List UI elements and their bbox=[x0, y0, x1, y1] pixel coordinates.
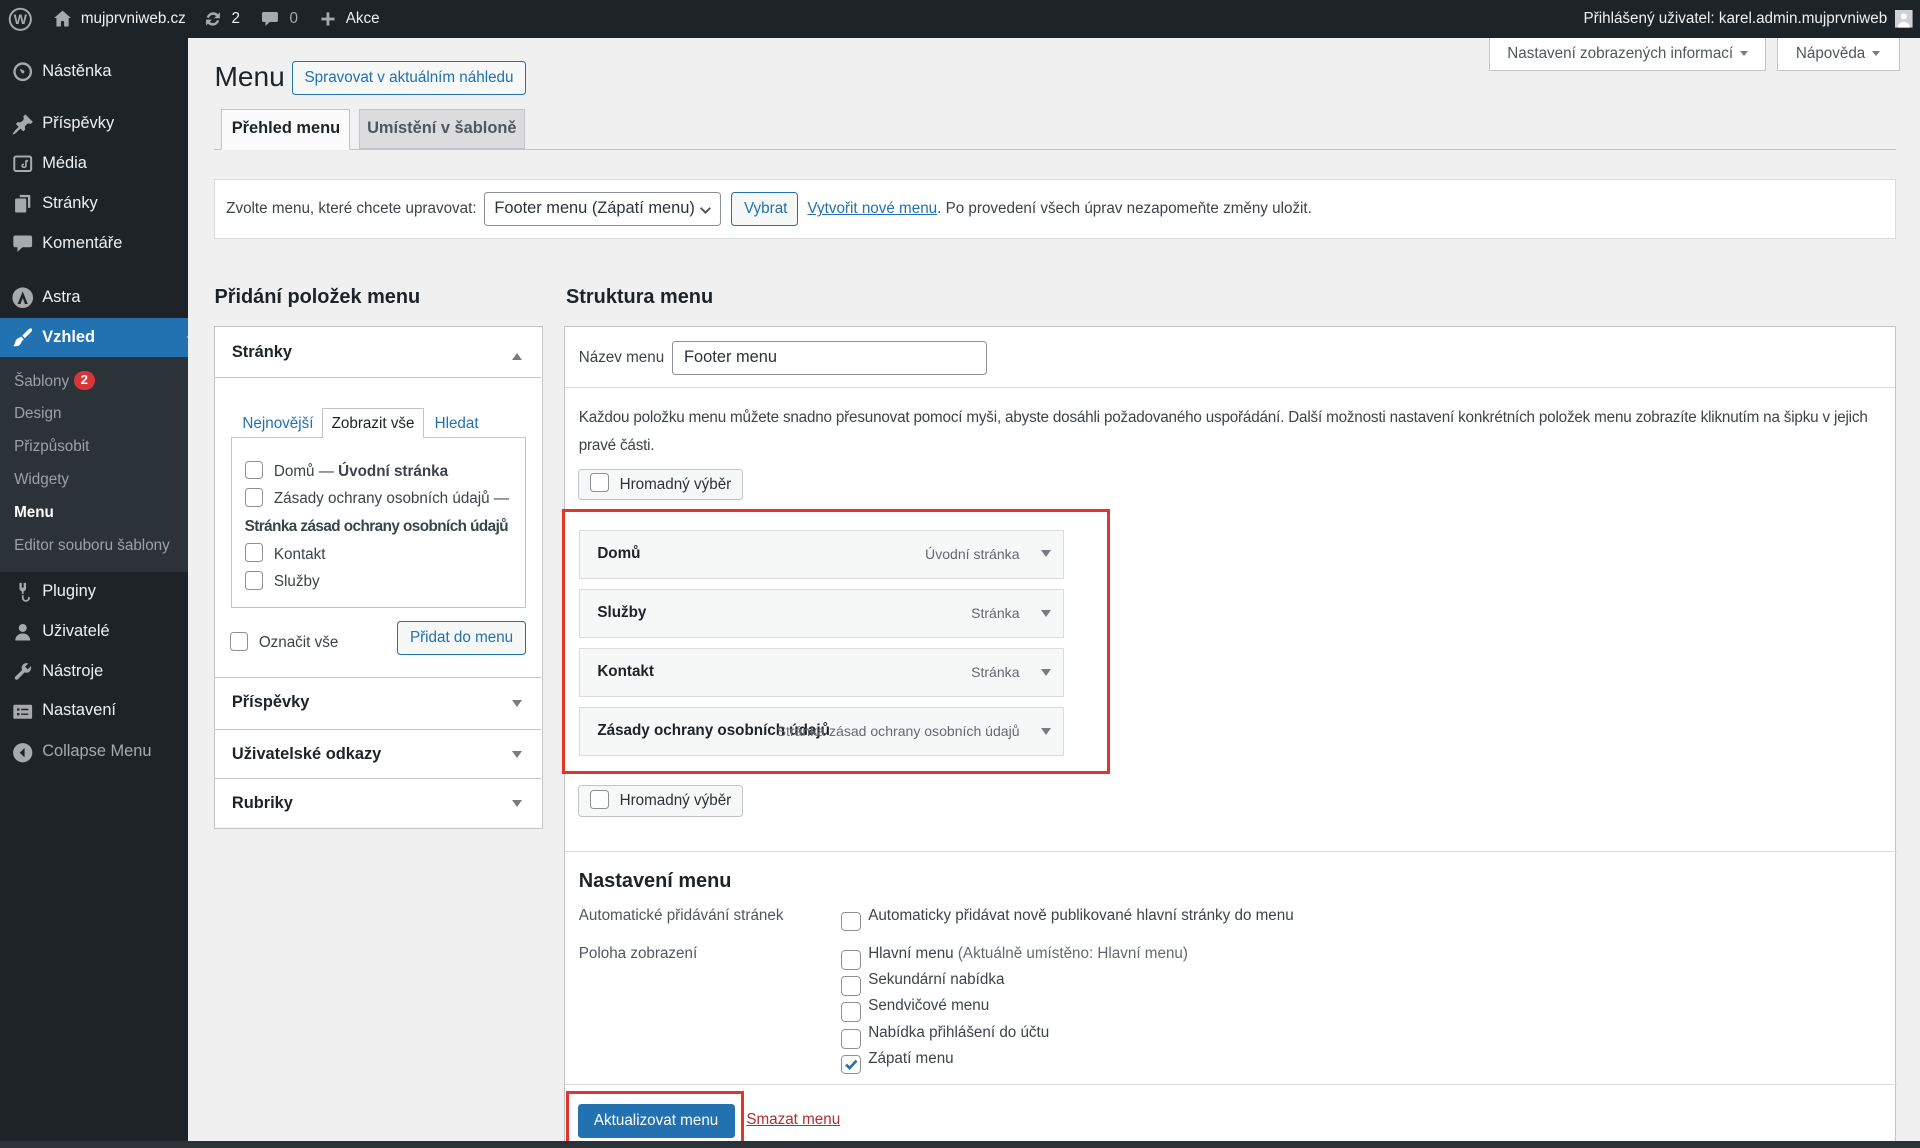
svg-text:W: W bbox=[14, 11, 28, 27]
